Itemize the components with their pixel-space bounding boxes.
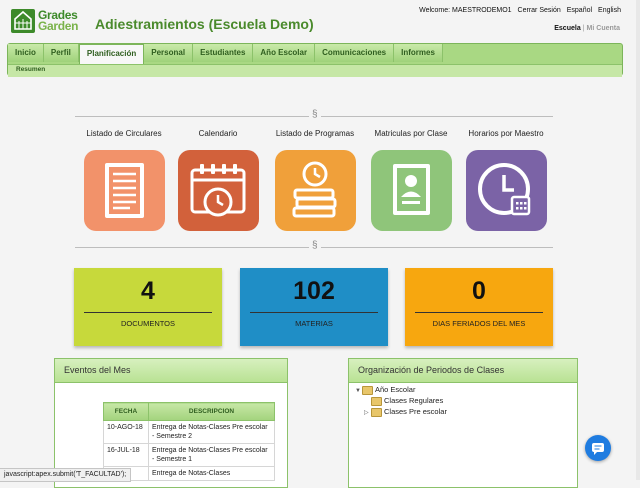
tree-node-root[interactable]: ▼ Año Escolar xyxy=(355,384,447,395)
page-scrollbar[interactable] xyxy=(636,0,640,480)
tab-estudiantes[interactable]: Estudiantes xyxy=(193,44,254,62)
scope-separator: | xyxy=(582,25,585,32)
chat-bubble-icon xyxy=(592,443,604,455)
event-description: Entrega de Notas-Clases xyxy=(148,466,275,481)
clock-calendar-icon xyxy=(478,163,531,216)
top-links: Welcome: MAESTRODEMO1 Cerrar Sesión Espa… xyxy=(419,7,621,14)
event-description: Entrega de Notas-Clases Pre escolar - Se… xyxy=(148,420,275,444)
student-id-card-icon xyxy=(393,164,430,215)
stat-rule xyxy=(250,312,378,313)
tab-informes[interactable]: Informes xyxy=(394,44,443,62)
tree-node-child[interactable]: Clases Regulares xyxy=(355,395,447,406)
stat-documentos-value: 4 xyxy=(141,277,155,305)
shortcut-label-matriculas[interactable]: Matriculas por Clase xyxy=(368,129,454,138)
books-clock-icon xyxy=(292,161,337,218)
welcome-text: Welcome: MAESTRODEMO1 xyxy=(419,7,512,14)
periods-tree: ▼ Año Escolar Clases Regulares ▷ Clases Pr… xyxy=(355,384,447,417)
periods-panel-title: Organización de Periodos de Clases xyxy=(349,359,577,383)
shortcut-circulares-tile[interactable] xyxy=(84,150,165,231)
stat-documentos-label: DOCUMENTOS xyxy=(120,319,176,328)
shortcut-label-programas[interactable]: Listado de Programas xyxy=(270,129,360,138)
grades-garden-logo[interactable]: Grades Garden xyxy=(11,8,79,33)
shortcut-horarios-tile[interactable] xyxy=(466,150,547,231)
chat-button[interactable] xyxy=(585,435,611,461)
stat-feriados-label: DIAS FERIADOS DEL MES xyxy=(432,319,526,328)
scope-switcher: Escuela | Mi Cuenta xyxy=(554,25,620,32)
event-date: 10-AGO-18 xyxy=(103,420,149,444)
shortcut-label-horarios[interactable]: Horarios por Maestro xyxy=(463,129,549,138)
periods-panel: Organización de Periodos de Clases ▼ Año … xyxy=(348,358,578,488)
tab-personal[interactable]: Personal xyxy=(144,44,194,62)
subnav-resumen-link[interactable]: Resumen xyxy=(16,66,45,73)
logo-text: Grades Garden xyxy=(38,8,79,33)
stat-rule xyxy=(415,312,543,313)
tab-inicio[interactable]: Inicio xyxy=(8,44,44,62)
events-column-fecha[interactable]: FECHA xyxy=(103,402,149,421)
stat-materias-label: MATERIAS xyxy=(295,319,333,328)
sub-navigation: Resumen xyxy=(8,64,622,77)
section-mark-bottom: § xyxy=(309,240,321,251)
shortcut-calendario-tile[interactable] xyxy=(178,150,259,231)
language-english-link[interactable]: English xyxy=(598,7,621,14)
scope-my-account-link[interactable]: Mi Cuenta xyxy=(587,25,620,32)
tab-planificacion[interactable]: Planificación xyxy=(78,44,145,64)
tree-node-label[interactable]: Clases Regulares xyxy=(384,396,443,405)
stat-rule xyxy=(84,312,212,313)
scope-school-link[interactable]: Escuela xyxy=(554,25,580,32)
tree-node-label[interactable]: Año Escolar xyxy=(375,385,415,394)
stat-materias-value: 102 xyxy=(293,277,335,305)
events-panel-title: Eventos del Mes xyxy=(55,359,287,383)
tree-node-child[interactable]: ▷ Clases Pre escolar xyxy=(355,406,447,417)
shortcut-label-circulares[interactable]: Listado de Circulares xyxy=(82,129,166,138)
folder-icon xyxy=(362,385,373,395)
logo-grid-icon xyxy=(11,9,35,33)
logout-link[interactable]: Cerrar Sesión xyxy=(518,7,561,14)
stat-feriados-card[interactable]: 0 DIAS FERIADOS DEL MES xyxy=(405,268,553,346)
events-column-descripcion[interactable]: DESCRIPCION xyxy=(148,402,275,421)
expand-triangle-icon[interactable]: ▷ xyxy=(364,408,371,419)
stat-feriados-value: 0 xyxy=(472,277,486,305)
stat-materias-card[interactable]: 102 MATERIAS xyxy=(240,268,388,346)
language-spanish-link[interactable]: Español xyxy=(567,7,592,14)
shortcut-programas-tile[interactable] xyxy=(275,150,356,231)
section-mark-top: § xyxy=(309,109,321,120)
shortcut-matriculas-tile[interactable] xyxy=(371,150,452,231)
document-list-icon xyxy=(105,163,144,218)
folder-icon xyxy=(371,407,382,417)
calendar-clock-icon xyxy=(190,164,246,217)
school-title: Adiestramientos (Escuela Demo) xyxy=(95,16,314,32)
table-row[interactable]: 16-JUL-18 Entrega de Notas-Clases Pre es… xyxy=(103,443,275,467)
shortcut-label-calendario[interactable]: Calendario xyxy=(178,129,258,138)
tab-perfil[interactable]: Perfil xyxy=(43,44,79,62)
main-navigation: Inicio Perfil Planificación Personal Estudia… xyxy=(7,43,623,77)
table-row[interactable]: 10-AGO-18 Entrega de Notas-Clases Pre es… xyxy=(103,420,275,444)
tab-comunicaciones[interactable]: Comunicaciones xyxy=(315,44,395,62)
folder-icon xyxy=(371,396,382,406)
stat-documentos-card[interactable]: 4 DOCUMENTOS xyxy=(74,268,222,346)
event-date: 16-JUL-18 xyxy=(103,443,149,467)
tab-ano-escolar[interactable]: Año Escolar xyxy=(253,44,316,62)
nav-tabs: Inicio Perfil Planificación Personal Estudia… xyxy=(8,44,443,64)
tree-node-label[interactable]: Clases Pre escolar xyxy=(384,407,447,416)
event-description: Entrega de Notas-Clases Pre escolar - Se… xyxy=(148,443,275,467)
